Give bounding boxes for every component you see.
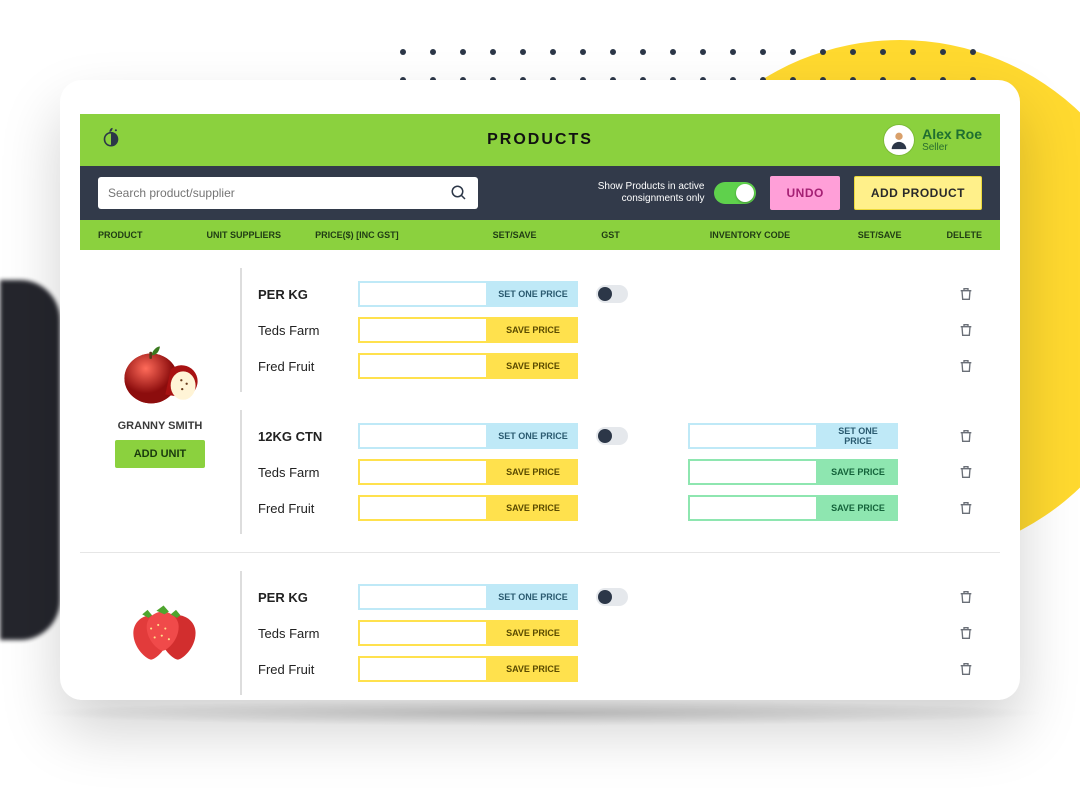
trash-icon[interactable] bbox=[958, 625, 974, 641]
unit-stack: PER KG SET ONE PRICE Teds Farm bbox=[240, 268, 982, 534]
product-block: GRANNY SMITH ADD UNIT PER KG SET ONE PRI… bbox=[80, 250, 1000, 553]
gst-toggle[interactable] bbox=[596, 427, 628, 445]
gst-toggle[interactable] bbox=[596, 588, 628, 606]
page-title: PRODUCTS bbox=[487, 131, 593, 149]
save-price-button[interactable]: SAVE PRICE bbox=[488, 495, 578, 521]
inventory-input[interactable] bbox=[688, 423, 818, 449]
supplier-label: Teds Farm bbox=[258, 626, 358, 641]
set-one-price-button[interactable]: SET ONE PRICE bbox=[488, 281, 578, 307]
col-inventory-code: INVENTORY CODE bbox=[710, 230, 858, 240]
trash-icon[interactable] bbox=[958, 286, 974, 302]
save-price-button[interactable]: SAVE PRICE bbox=[818, 495, 898, 521]
product-aside: GRANNY SMITH ADD UNIT bbox=[80, 268, 240, 534]
set-one-price-button[interactable]: SET ONE PRICE bbox=[488, 584, 578, 610]
trash-icon[interactable] bbox=[958, 589, 974, 605]
product-image-strawberry bbox=[105, 593, 215, 673]
save-price-button[interactable]: SAVE PRICE bbox=[488, 656, 578, 682]
supplier-label: Fred Fruit bbox=[258, 662, 358, 677]
unit-label: PER KG bbox=[258, 590, 358, 605]
save-price-button[interactable]: SAVE PRICE bbox=[488, 459, 578, 485]
product-name: GRANNY SMITH bbox=[118, 420, 203, 432]
unit-header-row: 12KG CTN SET ONE PRICE SET ONE PRICE bbox=[258, 420, 982, 452]
trash-icon[interactable] bbox=[958, 464, 974, 480]
trash-icon[interactable] bbox=[958, 358, 974, 374]
trash-icon[interactable] bbox=[958, 322, 974, 338]
device-frame: PRODUCTS Alex Roe Seller Show Products i… bbox=[60, 80, 1020, 700]
col-unit-suppliers: UNIT SUPPLIERS bbox=[207, 230, 316, 240]
unit-stack: PER KG SET ONE PRICE Teds Farm bbox=[240, 571, 982, 695]
product-list[interactable]: GRANNY SMITH ADD UNIT PER KG SET ONE PRI… bbox=[80, 250, 1000, 700]
price-input[interactable] bbox=[358, 353, 488, 379]
undo-button[interactable]: UNDO bbox=[770, 176, 839, 210]
supplier-row: Teds Farm SAVE PRICE bbox=[258, 617, 982, 649]
trash-icon[interactable] bbox=[958, 661, 974, 677]
price-input[interactable] bbox=[358, 317, 488, 343]
unit-label: PER KG bbox=[258, 287, 358, 302]
price-input[interactable] bbox=[358, 495, 488, 521]
supplier-row: Teds Farm SAVE PRICE bbox=[258, 314, 982, 346]
user-role: Seller bbox=[922, 142, 982, 153]
unit-block: 12KG CTN SET ONE PRICE SET ONE PRICE bbox=[240, 410, 982, 534]
supplier-row: Fred Fruit SAVE PRICE bbox=[258, 350, 982, 382]
unit-block: PER KG SET ONE PRICE Teds Farm bbox=[240, 571, 982, 695]
inventory-input[interactable] bbox=[688, 459, 818, 485]
unit-block: PER KG SET ONE PRICE Teds Farm bbox=[240, 268, 982, 392]
supplier-row: Fred Fruit SAVE PRICE bbox=[258, 653, 982, 685]
active-consignments-toggle[interactable] bbox=[714, 182, 756, 204]
col-gst: GST bbox=[601, 230, 710, 240]
product-block: PER KG SET ONE PRICE Teds Farm bbox=[80, 553, 1000, 700]
add-product-button[interactable]: ADD PRODUCT bbox=[854, 176, 982, 210]
user-name: Alex Roe bbox=[922, 127, 982, 142]
price-input[interactable] bbox=[358, 656, 488, 682]
supplier-label: Teds Farm bbox=[258, 323, 358, 338]
price-input[interactable] bbox=[358, 423, 488, 449]
app-root: PRODUCTS Alex Roe Seller Show Products i… bbox=[80, 114, 1000, 700]
device-base-shadow bbox=[30, 700, 1050, 726]
search-icon bbox=[450, 184, 468, 202]
col-set-save-2: SET/SAVE bbox=[858, 230, 947, 240]
supplier-label: Fred Fruit bbox=[258, 359, 358, 374]
trash-icon[interactable] bbox=[958, 428, 974, 444]
toolbar: Show Products in active consignments onl… bbox=[80, 166, 1000, 220]
set-one-price-button[interactable]: SET ONE PRICE bbox=[818, 423, 898, 449]
user-badge[interactable]: Alex Roe Seller bbox=[884, 125, 982, 155]
search-input[interactable] bbox=[108, 186, 442, 200]
inventory-input[interactable] bbox=[688, 495, 818, 521]
active-consignments-toggle-label: Show Products in active consignments onl… bbox=[598, 181, 705, 205]
unit-header-row: PER KG SET ONE PRICE bbox=[258, 278, 982, 310]
unit-header-row: PER KG SET ONE PRICE bbox=[258, 581, 982, 613]
product-aside bbox=[80, 571, 240, 695]
trash-icon[interactable] bbox=[958, 500, 974, 516]
col-delete: DELETE bbox=[947, 230, 983, 240]
gst-toggle[interactable] bbox=[596, 285, 628, 303]
supplier-row: Fred Fruit SAVE PRICE SAVE PRICE bbox=[258, 492, 982, 524]
save-price-button[interactable]: SAVE PRICE bbox=[488, 317, 578, 343]
product-image-apple bbox=[105, 334, 215, 414]
col-set-save: SET/SAVE bbox=[493, 230, 602, 240]
set-one-price-button[interactable]: SET ONE PRICE bbox=[488, 423, 578, 449]
price-input[interactable] bbox=[358, 584, 488, 610]
add-unit-button[interactable]: ADD UNIT bbox=[115, 440, 205, 468]
col-price: PRICE($) [INC GST] bbox=[315, 230, 493, 240]
save-price-button[interactable]: SAVE PRICE bbox=[818, 459, 898, 485]
unit-label: 12KG CTN bbox=[258, 429, 358, 444]
avatar bbox=[884, 125, 914, 155]
top-bar: PRODUCTS Alex Roe Seller bbox=[80, 114, 1000, 166]
col-product: PRODUCT bbox=[98, 230, 207, 240]
column-header: PRODUCT UNIT SUPPLIERS PRICE($) [INC GST… bbox=[80, 220, 1000, 250]
search-field[interactable] bbox=[98, 177, 478, 209]
price-input[interactable] bbox=[358, 281, 488, 307]
app-logo-icon bbox=[98, 127, 124, 153]
save-price-button[interactable]: SAVE PRICE bbox=[488, 620, 578, 646]
price-input[interactable] bbox=[358, 620, 488, 646]
price-input[interactable] bbox=[358, 459, 488, 485]
supplier-label: Teds Farm bbox=[258, 465, 358, 480]
supplier-label: Fred Fruit bbox=[258, 501, 358, 516]
save-price-button[interactable]: SAVE PRICE bbox=[488, 353, 578, 379]
decorative-left-shadow bbox=[0, 280, 60, 640]
supplier-row: Teds Farm SAVE PRICE SAVE PRICE bbox=[258, 456, 982, 488]
